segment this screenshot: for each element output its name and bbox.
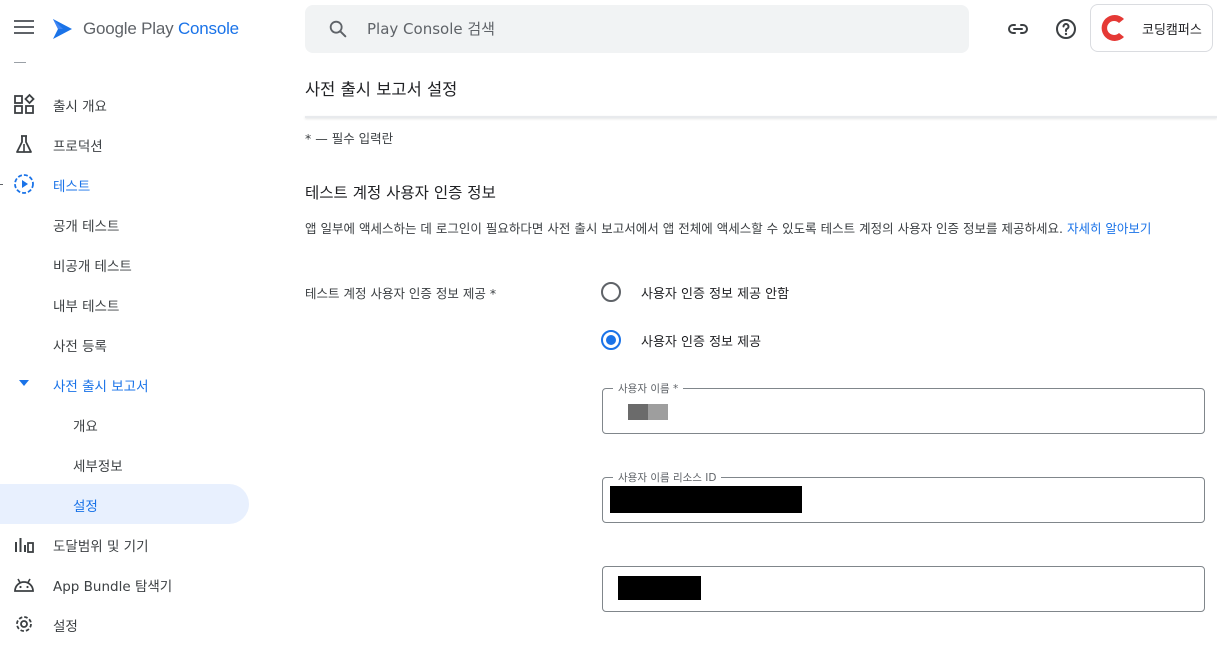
section-description: 앱 일부에 액세스하는 데 로그인이 필요하다면 사전 출시 보고서에서 앱 전… xyxy=(305,218,1151,237)
android-icon xyxy=(14,578,34,592)
radio-provide-credentials[interactable]: 사용자 인증 정보 제공 xyxy=(601,330,761,350)
required-note: * — 필수 입력란 xyxy=(305,131,394,146)
redacted-value xyxy=(618,576,701,600)
link-icon[interactable] xyxy=(1006,17,1030,41)
sidebar-item-release-overview[interactable]: 출시 개요 xyxy=(0,84,249,124)
username-resource-id-label: 사용자 이름 리소스 ID xyxy=(613,470,722,485)
sidebar-item-label: 사전 등록 xyxy=(53,339,107,355)
sidebar-item-settings[interactable]: 설정 xyxy=(0,604,249,644)
brand-accent: Console xyxy=(177,19,239,38)
sidebar-item-overview[interactable]: 개요 xyxy=(0,404,249,444)
page-title: 사전 출시 보고서 설정 xyxy=(305,80,458,99)
help-icon[interactable] xyxy=(1054,17,1078,41)
gear-icon xyxy=(16,616,32,632)
sidebar-item-label: 도달범위 및 기기 xyxy=(53,539,149,555)
sidebar-nav: 출시 개요 프로덕션 테스트 공개 테스트 비공개 테스트 내부 테스트 사전 … xyxy=(0,58,260,650)
scroll-remnant xyxy=(14,62,26,63)
sidebar-item-pre-registration[interactable]: 사전 등록 xyxy=(0,324,249,364)
account-switcher[interactable]: 코딩캠퍼스 xyxy=(1090,4,1213,52)
sidebar-item-label: 설정 xyxy=(73,499,98,515)
redacted-value xyxy=(648,404,668,420)
testing-icon xyxy=(14,174,34,194)
production-icon xyxy=(16,135,32,153)
sidebar-item-app-bundle-explorer[interactable]: App Bundle 탐색기 xyxy=(0,564,249,604)
sidebar-item-label: 세부정보 xyxy=(73,459,123,475)
search-bar[interactable] xyxy=(305,5,969,53)
sidebar-item-label: 테스트 xyxy=(53,179,91,195)
sidebar-item-details[interactable]: 세부정보 xyxy=(0,444,249,484)
search-input[interactable] xyxy=(367,20,927,38)
dashboard-icon xyxy=(14,93,35,114)
radio-label: 사용자 인증 정보 제공 안함 xyxy=(641,286,790,302)
header-divider xyxy=(305,116,1217,118)
section-title: 테스트 계정 사용자 인증 정보 xyxy=(305,184,496,202)
sidebar-item-reach-devices[interactable]: 도달범위 및 기기 xyxy=(0,524,249,564)
sidebar-item-label: 내부 테스트 xyxy=(53,299,120,315)
sidebar-item-label: 비공개 테스트 xyxy=(53,259,132,275)
sidebar-item-label: 개요 xyxy=(73,419,98,435)
radio-label: 사용자 인증 정보 제공 xyxy=(641,334,762,350)
username-field[interactable]: 사용자 이름 * xyxy=(602,381,1205,434)
brand-name: Google Play xyxy=(83,19,178,38)
sidebar-item-closed-testing[interactable]: 비공개 테스트 xyxy=(0,244,249,284)
sidebar-item-label: 사전 출시 보고서 xyxy=(53,379,149,395)
play-logo-icon xyxy=(53,19,72,39)
sidebar-item-pre-launch-report[interactable]: 사전 출시 보고서 xyxy=(0,364,249,404)
radio-button-checked[interactable] xyxy=(601,330,621,350)
sidebar-item-internal-testing[interactable]: 내부 테스트 xyxy=(0,284,249,324)
learn-more-link[interactable]: 자세히 알아보기 xyxy=(1067,221,1151,236)
sidebar-item-label: 프로덕션 xyxy=(53,139,103,155)
sidebar-item-report-settings[interactable]: 설정 xyxy=(0,484,249,524)
credentials-field-label: 테스트 계정 사용자 인증 정보 제공 * xyxy=(305,286,497,301)
sidebar-item-label: 출시 개요 xyxy=(53,99,107,115)
sidebar-item-label: 설정 xyxy=(53,619,78,635)
sidebar-item-testing[interactable]: 테스트 xyxy=(0,164,249,204)
top-app-bar: Google Play Console 코딩캠퍼스 xyxy=(0,0,1217,58)
sidebar-item-open-testing[interactable]: 공개 테스트 xyxy=(0,204,249,244)
search-icon[interactable] xyxy=(327,18,349,40)
radio-button[interactable] xyxy=(601,282,621,302)
bar-chart-icon xyxy=(15,538,34,553)
account-logo-icon xyxy=(1095,10,1131,46)
redacted-value xyxy=(610,486,802,513)
account-name: 코딩캠퍼스 xyxy=(1142,22,1202,38)
sidebar-item-production[interactable]: 프로덕션 xyxy=(0,124,249,164)
username-field-label: 사용자 이름 * xyxy=(613,381,684,396)
play-console-logo[interactable]: Google Play Console xyxy=(50,16,239,42)
sidebar-item-label: App Bundle 탐색기 xyxy=(53,579,173,595)
caret-down-icon[interactable] xyxy=(18,379,30,387)
password-field[interactable] xyxy=(602,566,1205,612)
sidebar-item-label: 공개 테스트 xyxy=(53,219,120,235)
section-description-text: 앱 일부에 액세스하는 데 로그인이 필요하다면 사전 출시 보고서에서 앱 전… xyxy=(305,221,1067,236)
username-resource-id-field[interactable]: 사용자 이름 리소스 ID xyxy=(602,470,1205,523)
radio-no-credentials[interactable]: 사용자 인증 정보 제공 안함 xyxy=(601,282,789,302)
redacted-value xyxy=(628,404,648,420)
hamburger-icon[interactable] xyxy=(14,20,34,36)
